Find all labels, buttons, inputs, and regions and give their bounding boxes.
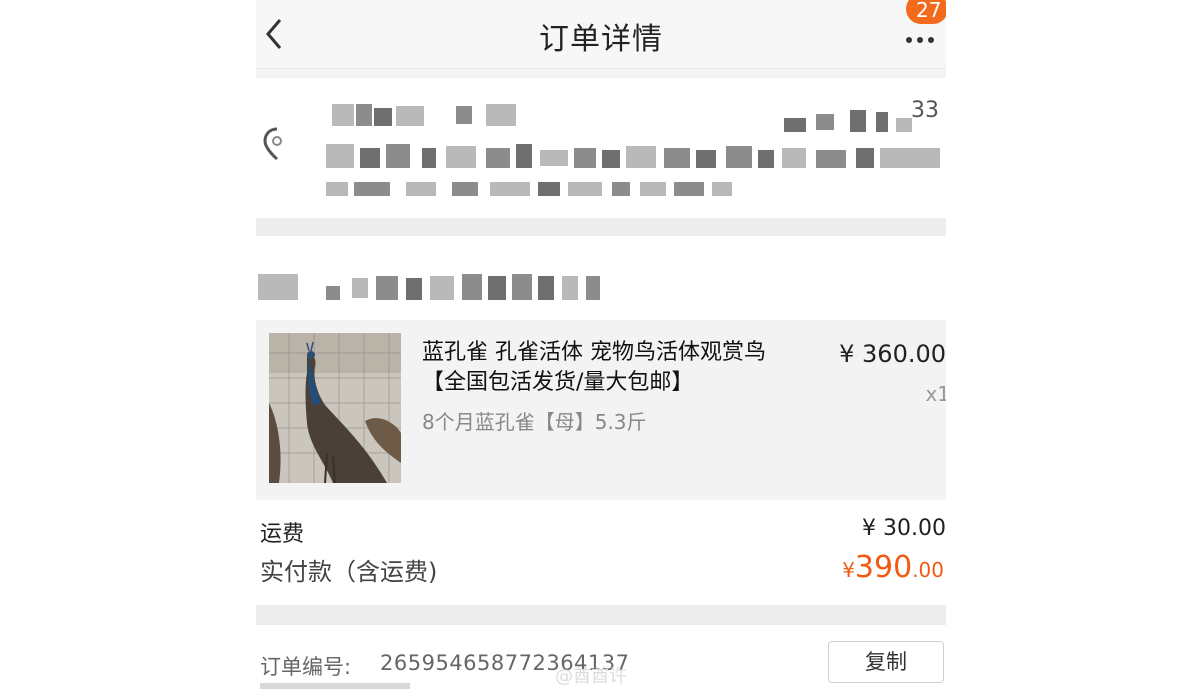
product-quantity: x1 xyxy=(925,382,946,406)
phone-screen: 订单详情 27 33 蓝孔雀 孔雀活体 宠物鸟活体观赏鸟【全国包活发货/量大包邮… xyxy=(256,0,946,689)
paid-integer: 390 xyxy=(854,550,913,585)
product-item[interactable]: 蓝孔雀 孔雀活体 宠物鸟活体观赏鸟【全国包活发货/量大包邮】 8个月蓝孔雀【母】… xyxy=(256,320,946,495)
more-icon[interactable] xyxy=(906,28,946,43)
address-card[interactable]: 33 xyxy=(256,78,946,218)
shop-row[interactable] xyxy=(256,236,946,320)
page-title: 订单详情 xyxy=(539,22,663,57)
nav-bar: 订单详情 27 xyxy=(256,0,946,69)
paid-decimal: .00 xyxy=(912,558,944,582)
product-price: ¥ 360.00 xyxy=(839,340,946,368)
location-pin-icon xyxy=(263,127,282,161)
phone-suffix: 33 xyxy=(911,98,939,123)
paid-currency: ¥ xyxy=(842,558,855,582)
price-summary: 运费 ¥ 30.00 实付款（含运费) ¥390.00 xyxy=(256,500,946,605)
product-spec: 8个月蓝孔雀【母】5.3斤 xyxy=(422,410,647,434)
paid-amount: ¥390.00 xyxy=(842,550,944,585)
product-title[interactable]: 蓝孔雀 孔雀活体 宠物鸟活体观赏鸟【全国包活发货/量大包邮】 xyxy=(422,338,802,398)
paid-label: 实付款（含运费) xyxy=(260,558,438,586)
shipping-label: 运费 xyxy=(260,522,305,547)
weibo-watermark: @酋酋许 xyxy=(555,666,627,687)
message-badge: 27 xyxy=(906,0,946,24)
product-thumbnail[interactable] xyxy=(269,333,401,483)
copy-button[interactable]: 复制 xyxy=(828,641,944,683)
divider xyxy=(256,605,946,625)
divider xyxy=(256,218,946,236)
next-row-cutoff xyxy=(260,683,410,689)
shipping-value: ¥ 30.00 xyxy=(862,516,946,541)
order-number-label: 订单编号: xyxy=(260,655,352,679)
